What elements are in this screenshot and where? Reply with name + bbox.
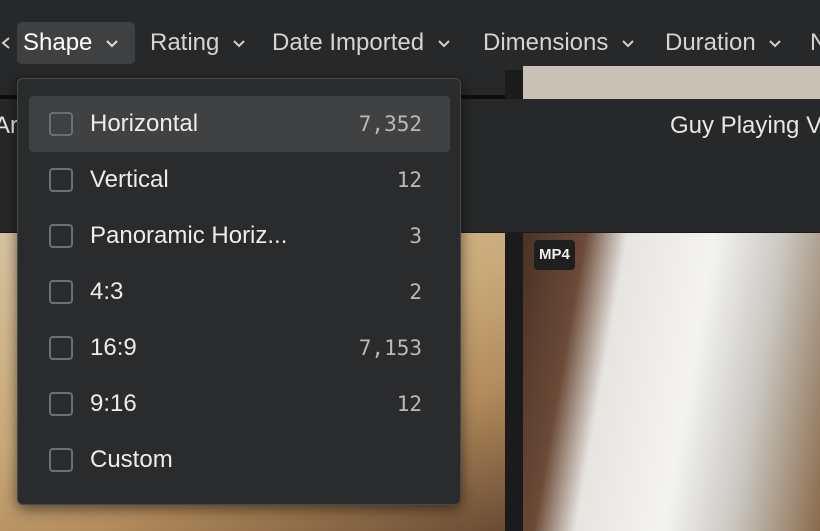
checkbox[interactable] (49, 336, 73, 360)
checkbox[interactable] (49, 280, 73, 304)
filter-dimensions-label: Dimensions (483, 29, 609, 56)
filter-duration-label: Duration (665, 29, 756, 56)
option-count: 12 (396, 392, 422, 416)
option-label: Horizontal (90, 110, 199, 137)
checkbox[interactable] (49, 112, 73, 136)
filter-shape-label: Shape (23, 29, 93, 56)
shape-option-9-16[interactable]: 9:16 12 (29, 376, 450, 432)
chevron-left-icon[interactable] (0, 36, 12, 50)
thumbnail-caption-right[interactable]: Guy Playing V (670, 112, 820, 140)
format-badge: MP4 (534, 240, 575, 270)
option-label: 4:3 (90, 278, 124, 305)
filter-bar: Shape Rating Date Imported Dimensions Du… (0, 0, 820, 70)
option-count: 2 (409, 280, 422, 304)
shape-option-16-9[interactable]: 16:9 7,153 (29, 320, 450, 376)
filter-dimensions-button[interactable]: Dimensions (477, 22, 643, 64)
checkbox[interactable] (49, 168, 73, 192)
shape-option-horizontal[interactable]: Horizontal 7,352 (29, 96, 450, 152)
option-count: 7,352 (358, 112, 422, 136)
thumbnail-caption-left[interactable]: Ar (0, 112, 18, 140)
filter-date-imported-button[interactable]: Date Imported (266, 22, 459, 64)
filter-more-label: N (810, 29, 820, 56)
filter-rating-button[interactable]: Rating (144, 22, 254, 64)
option-count: 7,153 (358, 336, 422, 360)
thumbnail-bottom-right[interactable] (523, 233, 820, 531)
shape-option-4-3[interactable]: 4:3 2 (29, 264, 450, 320)
chevron-down-icon (769, 39, 782, 48)
option-label: 16:9 (90, 334, 137, 361)
chevron-down-icon (106, 39, 118, 48)
chevron-down-icon (233, 39, 245, 48)
checkbox[interactable] (49, 392, 73, 416)
thumbnail-top-right[interactable] (523, 66, 820, 99)
option-label: Vertical (90, 166, 169, 193)
filter-shape-button[interactable]: Shape (17, 22, 135, 64)
option-count: 3 (409, 224, 422, 248)
option-label: 9:16 (90, 390, 137, 417)
filter-more-button[interactable]: N (804, 22, 820, 64)
option-count: 12 (396, 168, 422, 192)
checkbox[interactable] (49, 448, 73, 472)
checkbox[interactable] (49, 224, 73, 248)
option-label: Custom (90, 446, 173, 473)
shape-filter-dropdown: Horizontal 7,352 Vertical 12 Panoramic H… (17, 78, 461, 505)
shape-option-panoramic-horizontal[interactable]: Panoramic Horiz... 3 (29, 208, 450, 264)
option-label: Panoramic Horiz... (90, 222, 288, 249)
shape-option-vertical[interactable]: Vertical 12 (29, 152, 450, 208)
filter-rating-label: Rating (150, 29, 220, 56)
filter-date-imported-label: Date Imported (272, 29, 425, 56)
chevron-down-icon (622, 39, 634, 48)
filter-duration-button[interactable]: Duration (659, 22, 790, 64)
shape-option-custom[interactable]: Custom (29, 432, 450, 488)
chevron-down-icon (438, 39, 450, 48)
